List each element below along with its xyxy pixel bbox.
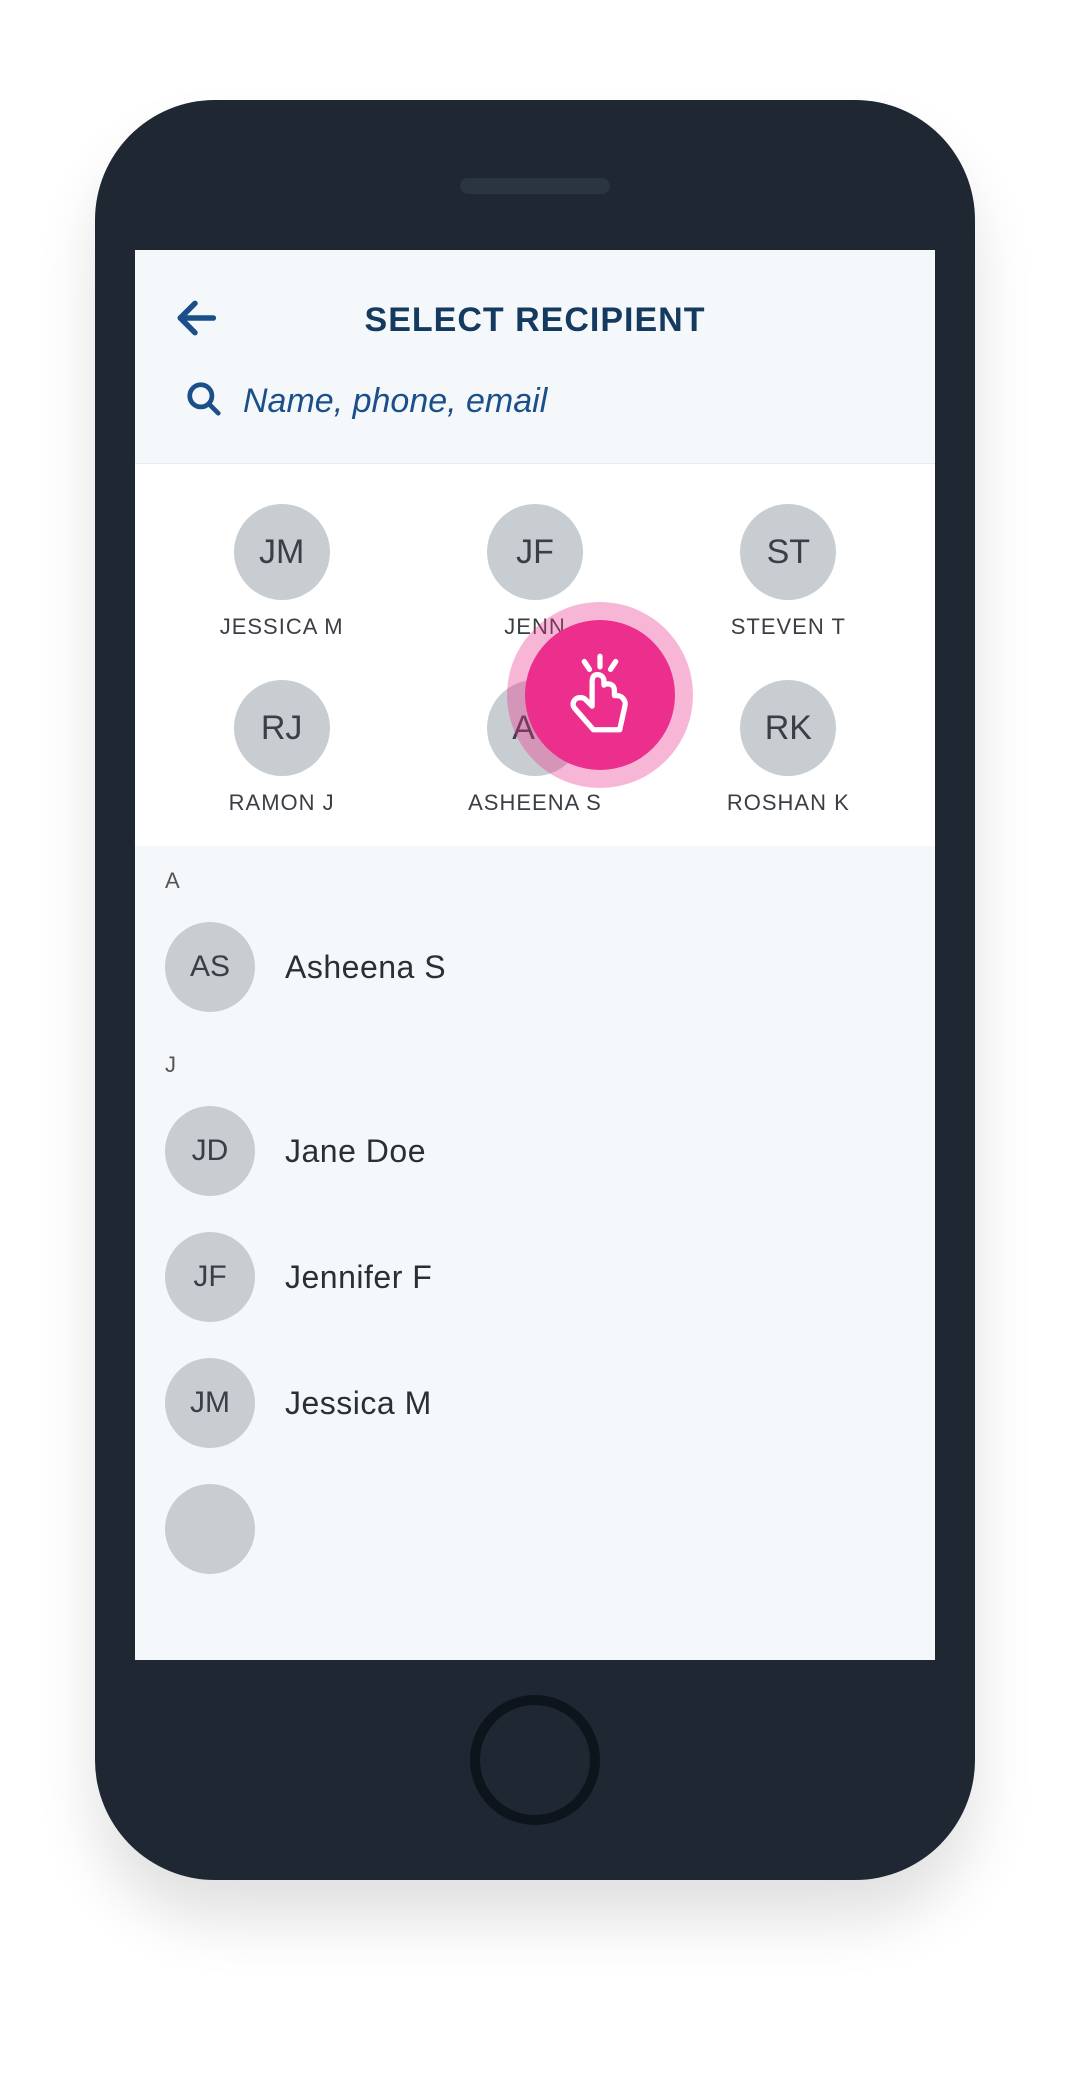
contact-name: Jennifer F bbox=[285, 1259, 432, 1296]
avatar: JD bbox=[165, 1106, 255, 1196]
stage: SELECT RECIPIENT JM JESSICA M JF bbox=[0, 0, 1071, 2078]
contact-row-jennifer-f[interactable]: JF Jennifer F bbox=[135, 1214, 935, 1340]
contact-name: Jessica M bbox=[285, 1385, 432, 1422]
contact-row-asheena-s[interactable]: AS Asheena S bbox=[135, 904, 935, 1030]
page-title: SELECT RECIPIENT bbox=[225, 301, 845, 340]
avatar: AS bbox=[165, 922, 255, 1012]
search-input[interactable] bbox=[243, 382, 895, 421]
app-screen: SELECT RECIPIENT JM JESSICA M JF bbox=[135, 250, 935, 1660]
phone-speaker bbox=[460, 178, 610, 194]
contact-list[interactable]: A AS Asheena S J JD Jane Doe JF Jennifer… bbox=[135, 846, 935, 1594]
phone-home-button bbox=[470, 1695, 600, 1825]
contact-row-partial[interactable] bbox=[135, 1466, 935, 1574]
recent-label: ROSHAN K bbox=[727, 790, 850, 816]
search-row bbox=[165, 350, 905, 453]
section-header-a: A bbox=[135, 846, 935, 904]
tap-hand-icon bbox=[558, 651, 642, 740]
recent-contact-jessica-m[interactable]: JM JESSICA M bbox=[155, 504, 408, 640]
search-icon bbox=[185, 380, 223, 423]
recent-contact-roshan-k[interactable]: RK ROSHAN K bbox=[662, 680, 915, 816]
recent-label: RAMON J bbox=[229, 790, 335, 816]
contact-row-jessica-m[interactable]: JM Jessica M bbox=[135, 1340, 935, 1466]
back-button[interactable] bbox=[165, 296, 225, 345]
avatar: ST bbox=[740, 504, 836, 600]
section-header-j: J bbox=[135, 1030, 935, 1088]
recent-contact-jennifer[interactable]: JF JENN bbox=[408, 504, 661, 640]
avatar: RJ bbox=[234, 680, 330, 776]
recent-contact-steven-t[interactable]: ST STEVEN T bbox=[662, 504, 915, 640]
avatar bbox=[165, 1484, 255, 1574]
avatar: JF bbox=[165, 1232, 255, 1322]
recent-label: STEVEN T bbox=[731, 614, 846, 640]
arrow-left-icon bbox=[173, 296, 217, 345]
header-row: SELECT RECIPIENT bbox=[165, 290, 905, 350]
contact-row-jane-doe[interactable]: JD Jane Doe bbox=[135, 1088, 935, 1214]
avatar: JM bbox=[165, 1358, 255, 1448]
header: SELECT RECIPIENT bbox=[135, 250, 935, 463]
contact-name: Asheena S bbox=[285, 949, 446, 986]
avatar: JF bbox=[487, 504, 583, 600]
avatar: JM bbox=[234, 504, 330, 600]
contact-name: Jane Doe bbox=[285, 1133, 426, 1170]
tap-hint-overlay bbox=[525, 620, 675, 770]
recent-label: ASHEENA S bbox=[468, 790, 602, 816]
recent-grid: JM JESSICA M JF JENN ST STEVEN T RJ RAMO… bbox=[135, 463, 935, 846]
recent-label: JESSICA M bbox=[220, 614, 344, 640]
recent-contact-ramon-j[interactable]: RJ RAMON J bbox=[155, 680, 408, 816]
avatar: RK bbox=[740, 680, 836, 776]
phone-frame: SELECT RECIPIENT JM JESSICA M JF bbox=[95, 100, 975, 1880]
